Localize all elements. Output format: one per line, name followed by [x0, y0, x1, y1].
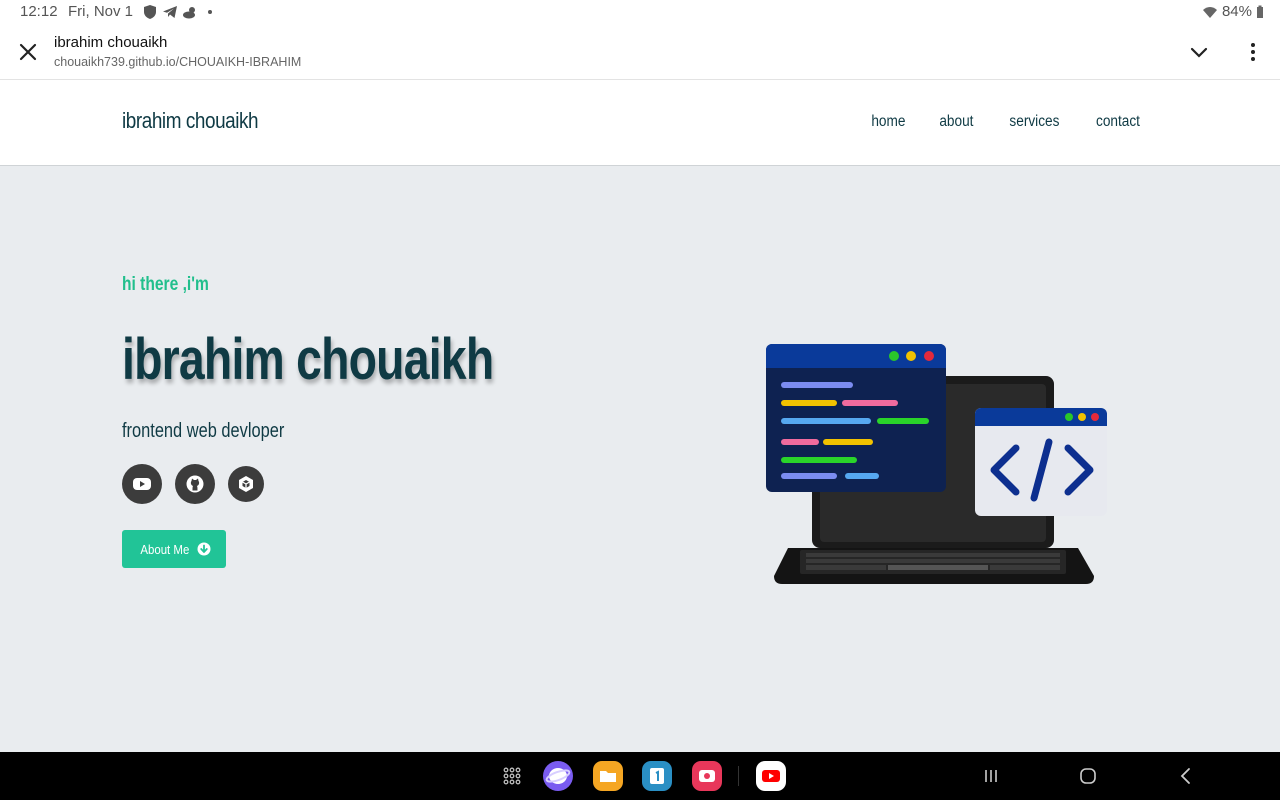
- dock-separator: [738, 766, 739, 786]
- screen-recorder-icon[interactable]: [692, 761, 722, 791]
- nav-services[interactable]: services: [1010, 113, 1060, 131]
- github-button[interactable]: [175, 464, 215, 504]
- status-right: 84%: [1202, 3, 1264, 20]
- shield-icon: [144, 5, 156, 19]
- youtube-icon: [133, 478, 151, 490]
- status-bar: 12:12 Fri, Nov 1 84%: [0, 0, 1280, 24]
- back-icon[interactable]: [1176, 766, 1196, 786]
- hero-section: hi there ,i'm ibrahim chouaikh frontend …: [0, 166, 1280, 752]
- browser-toolbar: ibrahim chouaikh chouaikh739.github.io/C…: [0, 24, 1280, 80]
- more-options-icon[interactable]: [1241, 40, 1265, 64]
- site-header: ibrahim chouaikh home about services con…: [0, 80, 1280, 166]
- about-me-label: About Me: [140, 541, 190, 557]
- recent-apps-icon[interactable]: [981, 766, 1001, 786]
- app-drawer-icon[interactable]: [502, 766, 522, 786]
- nav-home[interactable]: home: [871, 113, 905, 131]
- calendar-icon[interactable]: [642, 761, 672, 791]
- chevron-down-icon[interactable]: [1187, 40, 1211, 64]
- arrow-down-circle-icon: [197, 542, 211, 556]
- status-date: Fri, Nov 1: [68, 3, 134, 20]
- status-time: 12:12: [20, 3, 58, 20]
- internet-browser-icon[interactable]: [543, 761, 573, 791]
- close-icon[interactable]: [16, 40, 40, 64]
- my-files-icon[interactable]: [593, 761, 623, 791]
- nav-about[interactable]: about: [940, 113, 974, 131]
- site-logo[interactable]: ibrahim chouaikh: [122, 108, 259, 134]
- unity-icon: [239, 476, 253, 492]
- github-icon: [186, 475, 204, 493]
- youtube-app-icon[interactable]: [756, 761, 786, 791]
- taskbar: [0, 752, 1280, 800]
- unity-button[interactable]: [228, 466, 264, 502]
- site-nav: home about services contact: [869, 113, 1143, 131]
- nav-contact[interactable]: contact: [1096, 113, 1140, 131]
- youtube-button[interactable]: [122, 464, 162, 504]
- laptop-code-illustration: [766, 344, 1107, 584]
- more-notifications-dot: [208, 10, 212, 14]
- about-me-button[interactable]: About Me: [122, 530, 226, 568]
- wifi-icon: [1202, 6, 1217, 18]
- hero-greeting: hi there ,i'm: [122, 274, 209, 295]
- weather-icon: [183, 7, 195, 19]
- social-links: [122, 464, 264, 504]
- battery-percent: 84%: [1221, 3, 1252, 20]
- battery-icon: [1257, 5, 1263, 18]
- hero-name: ibrahim chouaikh: [122, 327, 494, 392]
- notification-icons: [142, 4, 212, 20]
- home-icon[interactable]: [1078, 766, 1098, 786]
- page-title: ibrahim chouaikh: [54, 34, 168, 51]
- telegram-icon: [163, 6, 177, 18]
- hero-role: frontend web devloper: [122, 420, 285, 442]
- page-url[interactable]: chouaikh739.github.io/CHOUAIKH-IBRAHIM: [54, 55, 301, 69]
